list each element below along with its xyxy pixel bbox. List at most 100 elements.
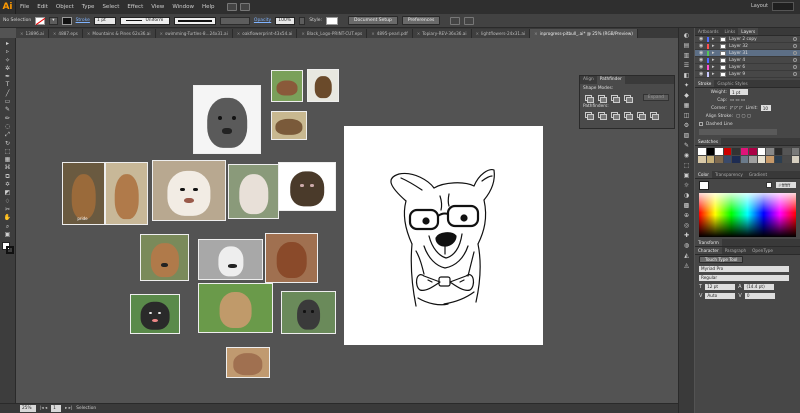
color-swatch[interactable] xyxy=(732,156,740,163)
panel-icon[interactable]: ▥ xyxy=(682,52,691,59)
visibility-eye-icon[interactable]: ◉ xyxy=(699,64,704,70)
panel-icon[interactable]: ⬚ xyxy=(682,162,691,169)
tool-icon[interactable]: ▦ xyxy=(3,157,12,163)
reference-photo[interactable] xyxy=(307,69,339,102)
zoom-field[interactable]: 25% xyxy=(20,405,36,412)
trim-icon[interactable] xyxy=(598,112,607,120)
reference-photo[interactable] xyxy=(228,164,279,219)
color-swatch[interactable] xyxy=(749,156,757,163)
stroke-swatch[interactable] xyxy=(61,16,72,25)
color-swatch[interactable] xyxy=(715,148,723,155)
visibility-eye-icon[interactable]: ◉ xyxy=(699,50,704,56)
close-icon[interactable]: × xyxy=(476,31,480,36)
tab-artboards[interactable]: Artboards xyxy=(695,28,722,35)
tool-icon[interactable]: ▸ xyxy=(3,41,12,47)
fill-color-swatch[interactable] xyxy=(699,180,709,190)
stroke-link[interactable]: Stroke xyxy=(76,18,90,23)
color-swatch[interactable] xyxy=(740,156,748,163)
tool-icon[interactable]: ✋ xyxy=(3,215,12,221)
tool-icon[interactable]: ✧ xyxy=(3,57,12,64)
color-swatch[interactable] xyxy=(766,148,774,155)
layer-row[interactable]: ◉ ▸ Layer 4 xyxy=(695,57,800,64)
panel-icon[interactable]: ◭ xyxy=(682,252,691,259)
arrange-documents-icon[interactable] xyxy=(239,3,250,11)
layer-row[interactable]: ◉ ▸ Layer 2 copy xyxy=(695,36,800,43)
touch-type-tool-button[interactable]: Touch Type Tool xyxy=(699,256,744,263)
color-swatch[interactable] xyxy=(757,148,765,155)
close-icon[interactable]: × xyxy=(301,31,305,36)
expand-arrow-icon[interactable]: ▸ xyxy=(712,43,717,49)
tool-icon[interactable]: T xyxy=(3,82,12,88)
panel-icon[interactable]: ◧ xyxy=(682,72,691,79)
panel-icon[interactable]: ▩ xyxy=(682,202,691,209)
color-swatch[interactable] xyxy=(783,156,791,163)
color-swatch[interactable] xyxy=(791,156,799,163)
tool-icon[interactable]: ⌘ xyxy=(3,165,12,171)
tool-icon[interactable]: ✡ xyxy=(3,182,12,188)
visibility-eye-icon[interactable]: ◉ xyxy=(699,71,704,77)
expand-arrow-icon[interactable]: ▸ xyxy=(712,57,717,63)
menu-window[interactable]: Window xyxy=(168,4,198,10)
tool-icon[interactable]: ⌕ xyxy=(3,223,12,230)
tracking-input[interactable]: 0 xyxy=(744,292,775,299)
tool-icon[interactable]: ╱ xyxy=(3,90,12,97)
visibility-eye-icon[interactable]: ◉ xyxy=(699,36,704,42)
panel-icon[interactable]: ⚙ xyxy=(682,122,691,129)
reference-photo[interactable] xyxy=(140,234,189,281)
reference-photo[interactable] xyxy=(278,162,336,211)
fill-swatch[interactable] xyxy=(35,16,46,25)
color-swatch[interactable] xyxy=(783,148,791,155)
reference-photo[interactable] xyxy=(198,239,263,280)
tab-document[interactable]: × Black_Logo-PRINT-CUT.eps xyxy=(297,29,368,38)
menu-object[interactable]: Object xyxy=(52,4,78,10)
stroke-weight-input[interactable]: 1 pt xyxy=(730,89,748,95)
dash-fields[interactable] xyxy=(699,129,777,135)
next-artboard-icon[interactable]: ▸ ▸| xyxy=(65,406,72,411)
unite-icon[interactable] xyxy=(585,94,594,103)
color-swatch[interactable] xyxy=(723,156,731,163)
menu-edit[interactable]: Edit xyxy=(33,4,52,10)
visibility-eye-icon[interactable]: ◉ xyxy=(699,57,704,63)
divide-icon[interactable] xyxy=(585,112,594,120)
leading-input[interactable]: (14.4 pt) xyxy=(744,283,775,290)
tab-document[interactable]: × 13896.ai xyxy=(16,29,49,38)
layer-row[interactable]: ◉ ▸ Layer 32 xyxy=(695,43,800,50)
merge-icon[interactable] xyxy=(611,112,620,120)
panel-icon[interactable]: ☼ xyxy=(682,182,691,189)
variable-width-profile[interactable]: Uniform xyxy=(119,16,170,25)
artboard-field[interactable]: 1 xyxy=(51,405,62,412)
hex-input[interactable]: # ffffff xyxy=(776,182,796,188)
tab-graphic-styles[interactable]: Graphic Styles xyxy=(714,80,750,87)
color-swatch[interactable] xyxy=(723,148,731,155)
menu-type[interactable]: Type xyxy=(78,4,99,10)
layer-target-icon[interactable] xyxy=(793,72,797,76)
first-artboard-icon[interactable]: |◂ ◂ xyxy=(40,406,47,411)
color-swatch[interactable] xyxy=(698,156,706,163)
tab-document[interactable]: × Topiary-REV-36x36.ai xyxy=(412,29,472,38)
reference-photo[interactable] xyxy=(105,162,148,225)
reference-photo[interactable] xyxy=(271,111,307,140)
fill-stroke-icon[interactable] xyxy=(1,242,14,255)
tab-links[interactable]: Links xyxy=(722,28,739,35)
tab-character[interactable]: Character xyxy=(695,247,722,254)
panel-icon[interactable]: ✚ xyxy=(682,232,691,239)
reference-photo[interactable] xyxy=(193,85,261,154)
panel-icon[interactable]: ◑ xyxy=(682,192,691,199)
tool-icon[interactable]: ✲ xyxy=(3,65,12,72)
transform-icon[interactable] xyxy=(464,16,475,25)
tool-icon[interactable]: ▭ xyxy=(3,99,12,105)
help-search-input[interactable] xyxy=(772,2,794,11)
reference-photo[interactable] xyxy=(152,160,226,221)
panel-icon[interactable]: ◎ xyxy=(682,222,691,229)
tab-color[interactable]: Color xyxy=(695,171,712,178)
color-spectrum[interactable] xyxy=(699,193,796,237)
fill-dropdown[interactable]: ▾ xyxy=(49,16,58,25)
tool-icon[interactable]: ⧉ xyxy=(3,173,12,180)
dashed-line-checkbox[interactable] xyxy=(699,122,703,126)
corner-buttons[interactable]: ◸ ◸ ◸ xyxy=(730,106,743,111)
minus-back-icon[interactable] xyxy=(650,112,659,120)
color-swatch[interactable] xyxy=(774,156,782,163)
panel-icon[interactable]: ✦ xyxy=(682,82,691,89)
align-stroke-buttons[interactable]: ▢ ▢ ▢ xyxy=(736,114,751,119)
workspace-switcher[interactable]: Layout xyxy=(751,3,768,9)
